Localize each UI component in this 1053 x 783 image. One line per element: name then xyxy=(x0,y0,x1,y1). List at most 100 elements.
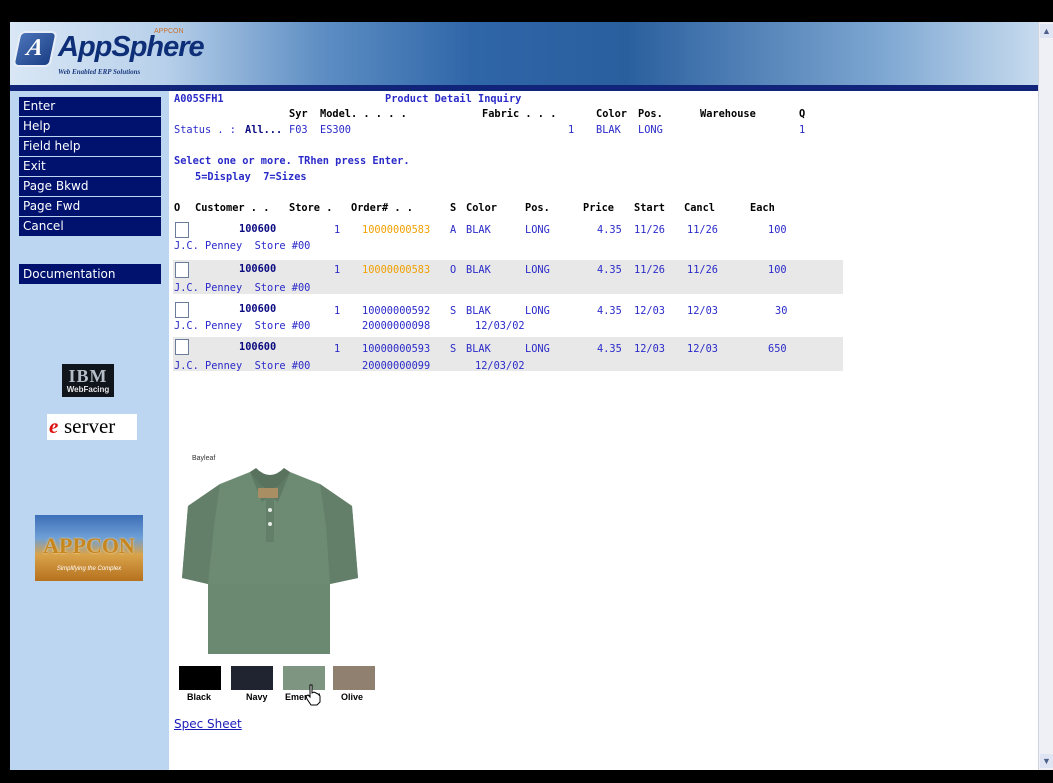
status-label: Status . : xyxy=(174,124,236,136)
header-syr: Syr xyxy=(289,108,308,120)
row-color: BLAK xyxy=(466,264,491,276)
col-header-customer: Customer . . xyxy=(195,202,270,214)
row-select-checkbox[interactable] xyxy=(175,262,189,278)
swatch-olive[interactable] xyxy=(333,666,375,690)
row-ref: 20000000099 xyxy=(362,360,431,372)
page-title: Product Detail Inquiry xyxy=(385,93,522,105)
row-each: 650 xyxy=(768,343,787,355)
row-start: 12/03 xyxy=(634,305,665,317)
row-customer-name: J.C. Penney Store #00 xyxy=(174,320,311,332)
row-order-link[interactable]: 10000000583 xyxy=(362,264,430,276)
header-q: Q xyxy=(799,108,806,120)
row-price: 4.35 xyxy=(597,224,622,236)
row-order-link[interactable]: 10000000583 xyxy=(362,224,430,236)
syr-value: F03 xyxy=(289,124,308,136)
ibm-webfacing-logo: IBM WebFacing xyxy=(62,364,114,397)
polo-shirt-image xyxy=(182,468,358,654)
appsphere-logo: A AppSphere APPCON Web Enabled ERP Solut… xyxy=(12,28,205,82)
col-header-pos: Pos. xyxy=(525,202,550,214)
row-status: A xyxy=(450,224,457,236)
col-header-each: Each xyxy=(750,202,775,214)
menu-cancel-button[interactable]: Cancel xyxy=(19,217,161,236)
row-start: 11/26 xyxy=(634,224,665,236)
scroll-up-icon[interactable]: ▲ xyxy=(1040,24,1053,38)
vertical-scrollbar[interactable]: ▲ ▼ xyxy=(1038,22,1053,770)
instruction-text: Select one or more. TRhen press Enter. xyxy=(174,155,410,167)
row-pos: LONG xyxy=(525,305,550,317)
row-each: 30 xyxy=(775,305,788,317)
row-pos: LONG xyxy=(525,343,550,355)
menu-page-fwd-button[interactable]: Page Fwd xyxy=(19,197,161,216)
appsphere-logo-icon: A xyxy=(12,31,58,67)
shirt-brand-label: Bayleaf xyxy=(192,455,216,462)
pos-value: LONG xyxy=(638,124,663,136)
swatch-navy[interactable] xyxy=(231,666,273,690)
swatch-label-navy: Navy xyxy=(246,692,268,702)
menu-exit-button[interactable]: Exit xyxy=(19,157,161,176)
row-price: 4.35 xyxy=(597,264,622,276)
row-pos: LONG xyxy=(525,224,550,236)
program-id: A005SFH1 xyxy=(174,93,224,105)
model-value: ES300 xyxy=(320,124,351,136)
row-select-checkbox[interactable] xyxy=(175,339,189,355)
col-header-o: O xyxy=(174,202,181,214)
row-price: 4.35 xyxy=(597,305,622,317)
row-price: 4.35 xyxy=(597,343,622,355)
window-bottom-bar xyxy=(0,770,1053,783)
row-customer-name: J.C. Penney Store #00 xyxy=(174,282,311,294)
brand-vendor: APPCON xyxy=(154,28,184,35)
row-cancl: 12/03 xyxy=(687,343,718,355)
hand-cursor-icon xyxy=(305,684,321,706)
row-status: S xyxy=(450,343,457,355)
row-start: 11/26 xyxy=(634,264,665,276)
col-header-price: Price xyxy=(583,202,614,214)
menu-enter-button[interactable]: Enter xyxy=(19,97,161,116)
swatch-black[interactable] xyxy=(179,666,221,690)
row-customer-name: J.C. Penney Store #00 xyxy=(174,240,311,252)
col-header-s: S xyxy=(450,202,457,214)
row-color: BLAK xyxy=(466,305,491,317)
spec-sheet-link[interactable]: Spec Sheet xyxy=(174,717,242,731)
row-customer: 100600 xyxy=(239,263,277,275)
col-header-store: Store . xyxy=(289,202,333,214)
brand-name: AppSphere xyxy=(58,31,205,63)
menu-page-bkwd-button[interactable]: Page Bkwd xyxy=(19,177,161,196)
status-value[interactable]: All... xyxy=(245,124,282,136)
row-store: 1 xyxy=(334,305,341,317)
q-value: 1 xyxy=(799,124,806,136)
documentation-button[interactable]: Documentation xyxy=(19,264,161,284)
col-header-start: Start xyxy=(634,202,665,214)
row-customer: 100600 xyxy=(239,303,277,315)
row-status: O xyxy=(450,264,457,276)
row-select-checkbox[interactable] xyxy=(175,302,189,318)
header-warehouse: Warehouse xyxy=(700,108,756,120)
eserver-logo: e server xyxy=(47,414,137,440)
row-color: BLAK xyxy=(466,343,491,355)
row-cancl: 12/03 xyxy=(687,305,718,317)
options-text: 5=Display 7=Sizes xyxy=(195,171,307,183)
row-each: 100 xyxy=(768,264,787,276)
row-status: S xyxy=(450,305,457,317)
col-header-cancl: Cancl xyxy=(684,202,715,214)
row-store: 1 xyxy=(334,343,341,355)
header-model: Model. . . . . xyxy=(320,108,407,120)
row-color: BLAK xyxy=(466,224,491,236)
header-fabric: Fabric . . . xyxy=(482,108,557,120)
row-customer-name: J.C. Penney Store #00 xyxy=(174,360,311,372)
appcon-logo: APPCON Simplifying the Complex xyxy=(35,515,143,581)
row-date: 12/03/02 xyxy=(475,360,525,372)
menu-help-button[interactable]: Help xyxy=(19,117,161,136)
menu-field-help-button[interactable]: Field help xyxy=(19,137,161,156)
row-date: 12/03/02 xyxy=(475,320,525,332)
row-pos: LONG xyxy=(525,264,550,276)
brand-tagline: Web Enabled ERP Solutions xyxy=(58,68,141,76)
row-store: 1 xyxy=(334,224,341,236)
row-store: 1 xyxy=(334,264,341,276)
row-cancl: 11/26 xyxy=(687,224,718,236)
scroll-down-icon[interactable]: ▼ xyxy=(1040,754,1053,768)
row-order: 10000000593 xyxy=(362,343,431,355)
row-customer: 100600 xyxy=(239,341,277,353)
row-select-checkbox[interactable] xyxy=(175,222,189,238)
row-customer: 100600 xyxy=(239,223,277,235)
window-top-bar xyxy=(0,0,1053,22)
